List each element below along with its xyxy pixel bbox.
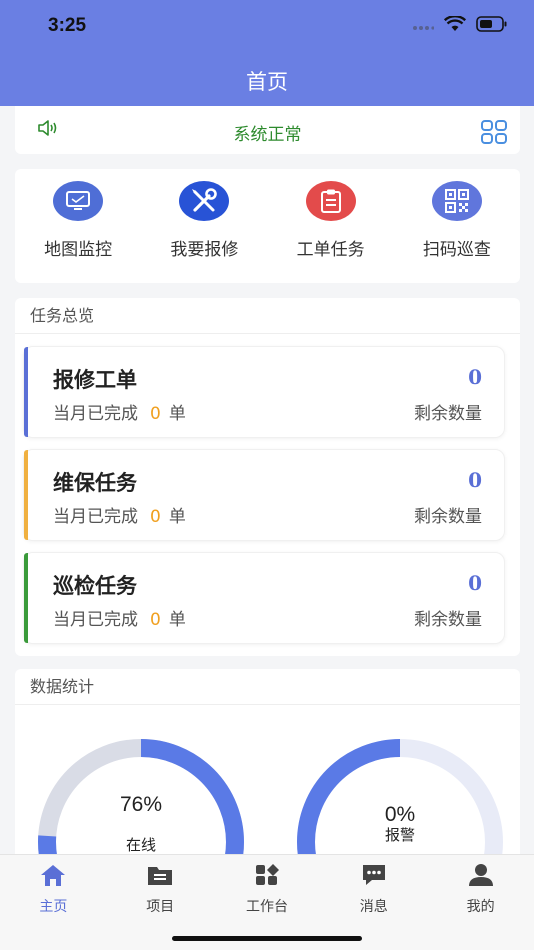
online-label: 在线 <box>125 836 156 854</box>
completed-unit: 单 <box>168 610 186 630</box>
quick-action-label: 我要报修 <box>170 240 239 260</box>
online-gauge: 76% 在线 <box>32 733 250 869</box>
remaining-label: 剩余数量 <box>414 404 482 424</box>
section-title: 数据统计 <box>15 669 520 705</box>
qr-code-icon <box>431 181 482 221</box>
task-card-inspection[interactable]: 巡检任务 0 当月已完成 0 单 剩余数量 <box>23 552 505 644</box>
system-status-bar: 系统正常 <box>15 106 520 154</box>
wrench-screwdriver-icon <box>179 181 230 221</box>
quick-action-label: 地图监控 <box>44 240 113 260</box>
top-bar: 3:25 首页 <box>0 0 534 106</box>
tab-label: 工作台 <box>245 899 288 915</box>
home-indicator <box>172 936 362 941</box>
task-overview-panel: 任务总览 报修工单 0 当月已完成 0 单 剩余数量 维保任务 0 当月已完成 0 单 … <box>15 298 520 656</box>
task-completed: 当月已完成 0 单 <box>53 502 186 527</box>
tab-label: 我的 <box>466 899 495 915</box>
task-card-repair[interactable]: 报修工单 0 当月已完成 0 单 剩余数量 <box>23 346 505 438</box>
page-title: 首页 <box>246 70 288 94</box>
completed-unit: 单 <box>168 507 186 527</box>
task-accent-bar <box>24 553 28 643</box>
task-name: 维保任务 <box>53 471 137 495</box>
remaining-label: 剩余数量 <box>414 507 482 527</box>
task-count: 0 <box>468 468 482 492</box>
task-completed: 当月已完成 0 单 <box>53 605 186 630</box>
data-statistics-panel: 数据统计 76% 在线 0% 报警 <box>15 669 520 869</box>
task-card-maintenance[interactable]: 维保任务 0 当月已完成 0 单 剩余数量 <box>23 449 505 541</box>
quick-action-label: 工单任务 <box>296 240 365 260</box>
folder-icon <box>146 863 174 891</box>
quick-action-repair[interactable]: 我要报修 <box>141 169 267 283</box>
grid-menu-icon[interactable] <box>481 120 508 148</box>
completed-value: 0 <box>150 404 161 424</box>
quick-action-map-monitor[interactable]: 地图监控 <box>15 169 141 283</box>
user-icon <box>467 863 495 891</box>
quick-action-label: 扫码巡查 <box>422 240 491 260</box>
alarm-gauge: 0% 报警 <box>291 733 509 869</box>
cellular-signal-icon <box>412 17 435 36</box>
completed-unit: 单 <box>168 404 186 424</box>
clipboard-icon <box>305 181 356 221</box>
system-status-text: 系统正常 <box>233 125 302 145</box>
tab-label: 主页 <box>39 899 68 915</box>
task-accent-bar <box>24 450 28 540</box>
task-accent-bar <box>24 347 28 437</box>
tab-home[interactable]: 主页 <box>0 855 107 950</box>
alarm-label: 报警 <box>384 826 415 844</box>
status-time: 3:25 <box>48 15 87 36</box>
tab-label: 消息 <box>359 899 388 915</box>
completed-label: 当月已完成 <box>53 404 138 424</box>
online-percent: 76% <box>119 793 163 816</box>
completed-label: 当月已完成 <box>53 507 138 527</box>
status-icons <box>412 15 508 36</box>
task-completed: 当月已完成 0 单 <box>53 399 186 424</box>
completed-value: 0 <box>150 610 161 630</box>
task-name: 巡检任务 <box>53 574 137 598</box>
section-title: 任务总览 <box>15 298 520 334</box>
remaining-label: 剩余数量 <box>414 610 482 630</box>
completed-label: 当月已完成 <box>53 610 138 630</box>
battery-icon <box>476 16 508 36</box>
tab-label: 项目 <box>146 899 175 915</box>
task-count: 0 <box>468 571 482 595</box>
task-name: 报修工单 <box>53 368 137 392</box>
quick-actions: 地图监控 我要报修 工单任务 扫码巡查 <box>15 169 520 283</box>
home-icon <box>39 863 67 891</box>
tab-profile[interactable]: 我的 <box>427 855 534 950</box>
completed-value: 0 <box>150 507 161 527</box>
message-icon <box>360 863 388 891</box>
wifi-icon <box>443 15 467 36</box>
monitor-icon <box>53 181 104 221</box>
quick-action-work-orders[interactable]: 工单任务 <box>268 169 394 283</box>
dashboard-icon <box>253 863 281 891</box>
task-count: 0 <box>468 365 482 389</box>
quick-action-scan-inspect[interactable]: 扫码巡查 <box>394 169 520 283</box>
